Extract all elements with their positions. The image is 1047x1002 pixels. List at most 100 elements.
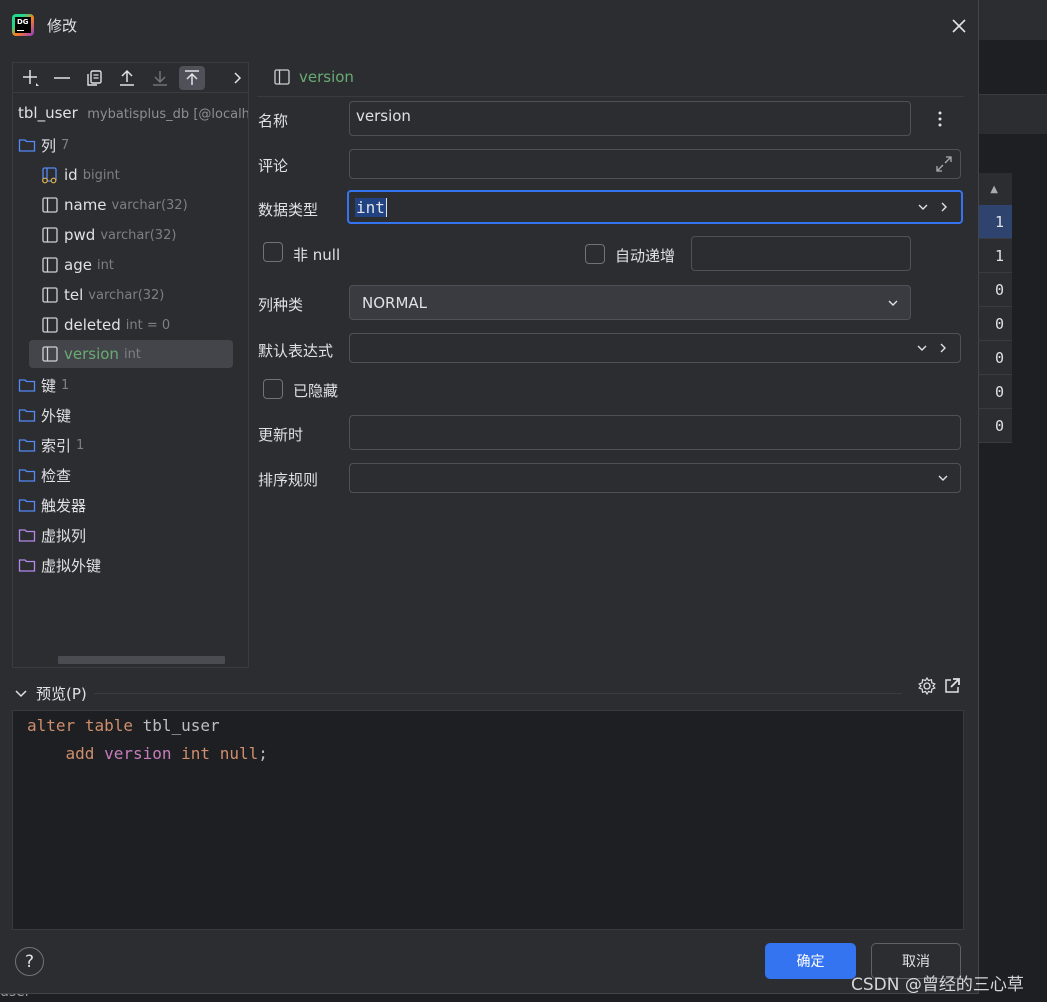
sql-punctuation: ; <box>258 744 268 763</box>
duplicate-button[interactable] <box>82 66 108 90</box>
add-button[interactable] <box>18 66 44 90</box>
ok-button[interactable]: 确定 <box>765 943 856 979</box>
folder-icon <box>18 409 36 422</box>
tree-column-age[interactable]: age int <box>41 251 114 279</box>
watermark: CSDN @曾经的三心草 <box>851 975 1024 995</box>
dialog-titlebar: DG 修改 <box>0 0 979 50</box>
comment-label: 评论 <box>258 157 289 175</box>
sql-field: version <box>104 744 172 763</box>
modify-column-dialog: DG 修改 tbl_user mybatisplus_db [@localhos… <box>0 0 979 994</box>
column-type: varchar(32) <box>111 197 188 213</box>
tree-folder-label: 列 <box>41 136 57 155</box>
kind-select[interactable]: NORMAL <box>349 285 911 320</box>
sql-preview[interactable]: alter table tbl_user add version int nul… <box>12 710 964 930</box>
column-type: int = 0 <box>125 317 171 333</box>
preview-title: 预览(P) <box>36 685 87 703</box>
column-type: int <box>123 346 141 362</box>
column-name: age <box>64 256 92 274</box>
notnull-checkbox[interactable] <box>263 242 283 262</box>
tree-folder-label: 键 <box>41 376 57 395</box>
divider <box>94 693 902 694</box>
chevron-down-icon[interactable] <box>915 341 929 355</box>
expand-icon[interactable] <box>934 154 954 174</box>
tree-column-name[interactable]: name varchar(32) <box>41 191 188 219</box>
more-options-button[interactable] <box>930 109 950 129</box>
onupdate-label: 更新时 <box>258 426 304 444</box>
column-icon <box>274 69 290 85</box>
name-field[interactable]: version <box>349 101 911 136</box>
grid-cell: 0 <box>978 375 1012 409</box>
preview-settings-button[interactable] <box>917 676 937 696</box>
copy-icon <box>87 70 102 86</box>
tree-folder-label: 索引 <box>41 436 72 455</box>
tree-folder-label: 虚拟列 <box>41 526 87 545</box>
move-down-button[interactable] <box>147 66 173 90</box>
more-vertical-icon <box>938 111 942 127</box>
tree-folder-checks[interactable]: 检查 <box>18 461 71 489</box>
chevron-right-icon[interactable] <box>937 200 951 214</box>
tree-folder-foreign-keys[interactable]: 外键 <box>18 401 71 429</box>
autoincrement-checkbox[interactable] <box>585 244 605 264</box>
default-label: 默认表达式 <box>258 342 334 360</box>
column-type: varchar(32) <box>100 227 177 243</box>
sql-keyword: null <box>219 744 259 763</box>
column-name: tel <box>64 286 84 304</box>
table-name: tbl_user <box>18 104 78 122</box>
tree-column-id[interactable]: id bigint <box>41 161 120 189</box>
plus-icon <box>23 70 39 86</box>
open-in-editor-button[interactable] <box>942 676 962 696</box>
tree-column-deleted[interactable]: deleted int = 0 <box>41 311 170 339</box>
tree-folder-indexes[interactable]: 索引 1 <box>18 431 84 459</box>
tree-folder-count: 1 <box>61 377 70 393</box>
datatype-combobox[interactable]: int <box>347 190 963 224</box>
close-icon <box>952 19 966 33</box>
folder-icon <box>18 499 36 512</box>
tree-column-pwd[interactable]: pwd varchar(32) <box>41 221 176 249</box>
horizontal-scrollbar[interactable] <box>58 656 225 664</box>
comment-field[interactable] <box>349 149 961 179</box>
move-top-button[interactable] <box>179 66 205 90</box>
name-label: 名称 <box>258 112 289 130</box>
default-combobox[interactable] <box>349 333 961 363</box>
tree-folder-virtual-foreign-keys[interactable]: 虚拟外键 <box>18 551 101 579</box>
tree-folder-triggers[interactable]: 触发器 <box>18 491 86 519</box>
form-header: version <box>273 68 354 86</box>
datagrip-logo-icon: DG <box>12 14 34 36</box>
grid-cell: 0 <box>978 307 1012 341</box>
preview-toggle[interactable]: 预览(P) <box>14 683 87 704</box>
hidden-checkbox[interactable] <box>263 379 283 399</box>
close-button[interactable] <box>947 14 971 38</box>
folder-icon <box>18 139 36 152</box>
tree-column-tel[interactable]: tel varchar(32) <box>41 281 164 309</box>
sql-keyword: alter <box>27 716 76 735</box>
column-name: pwd <box>64 226 96 244</box>
remove-button[interactable] <box>49 66 75 90</box>
onupdate-field[interactable] <box>349 415 961 450</box>
tree-root-table[interactable]: tbl_user mybatisplus_db [@localhos <box>18 104 248 122</box>
hidden-label: 已隐藏 <box>293 382 339 400</box>
sql-identifier: tbl_user <box>142 716 220 735</box>
tree-folder-count: 1 <box>76 437 85 453</box>
tree-column-version[interactable]: version int <box>29 340 233 368</box>
folder-icon <box>18 559 36 572</box>
chevron-right-icon[interactable] <box>936 341 950 355</box>
tree-folder-keys[interactable]: 键 1 <box>18 371 69 399</box>
more-tools-button[interactable] <box>224 66 250 90</box>
column-icon <box>42 287 58 303</box>
sql-keyword: table <box>84 716 133 735</box>
autoincrement-label: 自动递增 <box>615 247 676 265</box>
move-up-button[interactable] <box>114 66 140 90</box>
tree-folder-columns[interactable]: 列 7 <box>18 131 69 159</box>
background-toolbar <box>978 94 1047 134</box>
schema-tree-panel: tbl_user mybatisplus_db [@localhos 列 7 i… <box>12 62 249 668</box>
collation-select[interactable] <box>349 463 961 493</box>
column-name: name <box>64 196 107 214</box>
help-button[interactable]: ? <box>15 947 44 976</box>
tree-folder-label: 外键 <box>41 406 72 425</box>
tree-folder-virtual-columns[interactable]: 虚拟列 <box>18 521 86 549</box>
column-icon <box>42 197 58 213</box>
background-grid: ▲ 1 1 0 0 0 0 0 <box>978 173 1012 443</box>
grid-cell: 0 <box>978 409 1012 443</box>
autoincrement-field[interactable] <box>691 236 911 271</box>
chevron-down-icon[interactable] <box>916 200 930 214</box>
